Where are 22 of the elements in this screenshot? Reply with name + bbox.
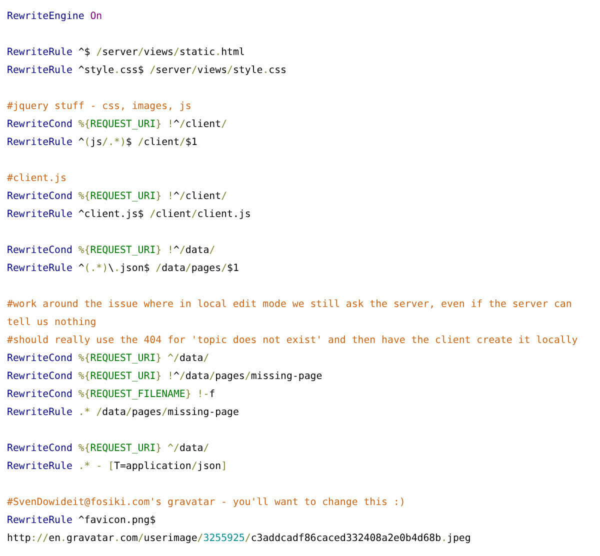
code-line: RewriteCond %{REQUEST_URI} !^/client/ <box>7 118 228 132</box>
code-line: RewriteRule .* /data/pages/missing-page <box>7 406 240 420</box>
code-line: RewriteRule .* - [T=application/json] <box>7 460 228 474</box>
code-line: RewriteCond %{REQUEST_URI} ^/data/ <box>7 442 210 456</box>
code-line: #jquery stuff - css, images, js <box>7 100 192 114</box>
code-line: RewriteRule ^client.js$ /client/client.js <box>7 208 252 222</box>
code-line: RewriteCond %{REQUEST_URI} !^/client/ <box>7 190 228 204</box>
code-line: http://en.gravatar.com/userimage/3255925/c3addcadf86caced332408a2e0b4d68b.jpeg <box>7 532 472 546</box>
code-line: RewriteRule ^favicon.png$ <box>7 514 157 528</box>
code-line: RewriteCond %{REQUEST_FILENAME} !-f <box>7 388 216 402</box>
code-line: RewriteRule ^$ /server/views/static.html <box>7 46 246 60</box>
code-line: RewriteRule ^(js/.*)$ /client/$1 <box>7 136 198 150</box>
code-line: RewriteRule ^(.*)\.json$ /data/pages/$1 <box>7 262 240 276</box>
code-line: #should really use the 404 for 'topic does not exist' and then have the client create it locally <box>7 334 579 348</box>
code-line: #client.js <box>7 172 68 186</box>
code-line: RewriteCond %{REQUEST_URI} ^/data/ <box>7 352 210 366</box>
code-line: RewriteCond %{REQUEST_URI} !^/data/ <box>7 244 216 258</box>
code-line: #SvenDowideit@fosiki.com's gravatar - you'll want to change this :) <box>7 496 406 510</box>
code-line: RewriteRule ^style.css$ /server/views/style.css <box>7 64 288 78</box>
code-line: #work around the issue where in local edit mode we still ask the server, even if the server can tell us nothing <box>7 298 573 330</box>
code-line: RewriteCond %{REQUEST_URI} !^/data/pages/missing-page <box>7 370 324 384</box>
code-line: RewriteEngine On <box>7 10 104 24</box>
